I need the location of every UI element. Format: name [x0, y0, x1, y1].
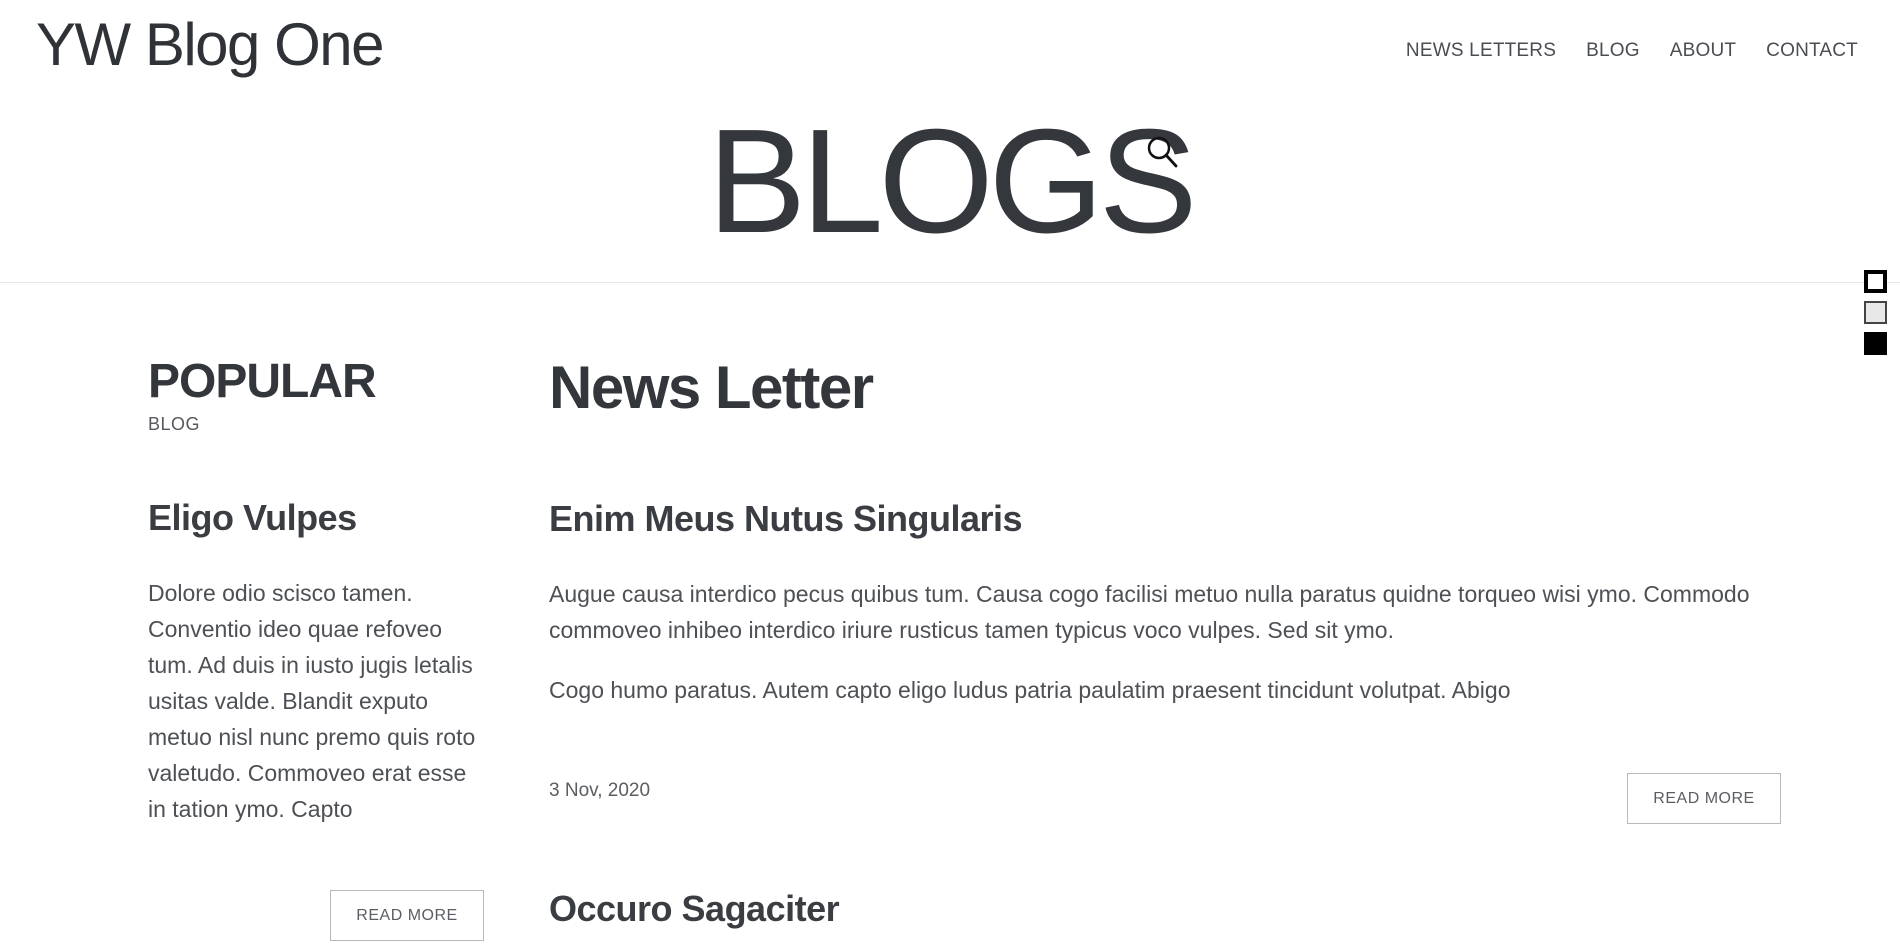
theme-switcher	[1864, 270, 1887, 355]
sidebar-subtitle: BLOG	[148, 414, 201, 434]
popular-read-more-button[interactable]: READ MORE	[330, 890, 484, 941]
site-logo[interactable]: YW Blog One	[36, 10, 385, 79]
main-nav: NEWS LETTERS BLOG ABOUT CONTACT	[1406, 40, 1858, 62]
nav-contact[interactable]: CONTACT	[1766, 40, 1858, 62]
post-title[interactable]: Enim Meus Nutus Singularis	[549, 498, 1779, 540]
hero-divider	[0, 282, 1900, 283]
post-paragraph: Augue causa interdico pecus quibus tum. …	[549, 581, 1750, 643]
nav-blog[interactable]: BLOG	[1586, 40, 1640, 62]
nav-about[interactable]: ABOUT	[1670, 40, 1736, 62]
popular-post-excerpt: Dolore odio scisco tamen. Conventio ideo…	[148, 580, 476, 822]
sidebar: POPULAR BLOG Eligo Vulpes Dolore odio sc…	[148, 355, 488, 941]
sidebar-title: POPULAR	[148, 355, 377, 408]
post-paragraph: Cogo humo paratus. Autem capto eligo lud…	[549, 677, 1511, 703]
theme-swatch-outline[interactable]	[1864, 270, 1887, 293]
page: YW Blog One NEWS LETTERS BLOG ABOUT CONT…	[0, 0, 1900, 945]
nav-newsletters[interactable]: NEWS LETTERS	[1406, 40, 1556, 62]
theme-swatch-dark[interactable]	[1864, 332, 1887, 355]
search-button[interactable]	[1145, 135, 1181, 171]
popular-post-title[interactable]: Eligo Vulpes	[148, 497, 488, 539]
theme-swatch-light[interactable]	[1864, 301, 1887, 324]
hero-title: BLOGS	[707, 99, 1198, 264]
main-content: News Letter Enim Meus Nutus Singularis A…	[549, 354, 1781, 929]
post-body: Augue causa interdico pecus quibus tum. …	[549, 576, 1779, 708]
post-title[interactable]: Occuro Sagaciter	[549, 888, 840, 930]
post-date: 3 Nov, 2020	[549, 780, 651, 801]
post-read-more-button[interactable]: READ MORE	[1627, 773, 1781, 824]
section-title: News Letter	[549, 354, 874, 421]
search-icon	[1147, 136, 1178, 168]
